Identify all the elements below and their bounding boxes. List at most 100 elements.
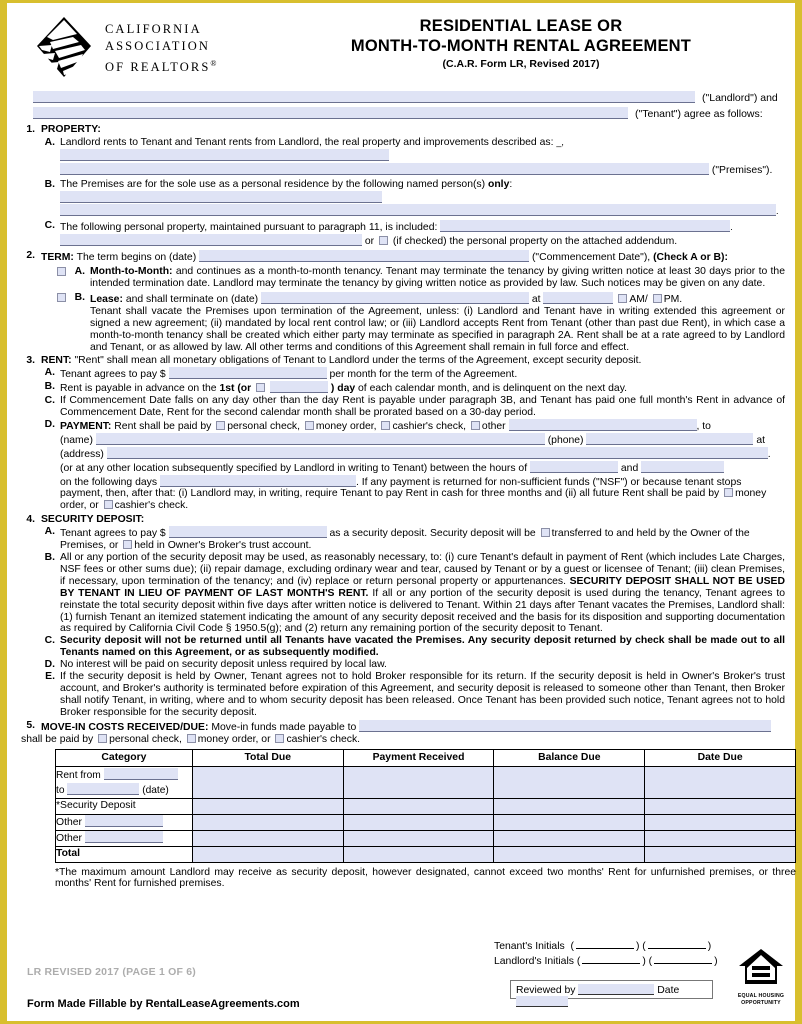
payment-personal-check-checkbox[interactable]	[216, 420, 226, 430]
payment-days-field[interactable]	[159, 474, 356, 487]
reviewed-by-field[interactable]	[578, 984, 655, 995]
future-cashiers-check-checkbox[interactable]	[103, 500, 113, 510]
monthly-rent-amount-field[interactable]	[168, 367, 327, 380]
tenant-initial-field-1[interactable]	[575, 940, 634, 949]
deposit-opt-2: held in Owner's Broker's trust account.	[134, 540, 312, 552]
section-5-movein-costs: 5. MOVE-IN COSTS RECEIVED/DUE: Move-in f…	[19, 719, 785, 746]
payment-money-order-checkbox[interactable]	[304, 420, 314, 430]
landlord-label: ("Landlord") and	[702, 92, 778, 104]
movein-payable-to-field[interactable]	[359, 719, 772, 732]
deposit-date-due-cell[interactable]	[644, 797, 796, 815]
other-1-total-due-cell[interactable]	[191, 813, 344, 831]
deposit-total-due-cell[interactable]	[191, 797, 344, 815]
tenant-initial-field-2[interactable]	[647, 940, 706, 949]
property-description-field-1[interactable]	[60, 148, 389, 161]
item-3b: B. Rent is payable in advance on the 1st…	[41, 381, 785, 395]
rent-due-day-field[interactable]	[269, 381, 328, 394]
security-deposit-amount-field[interactable]	[168, 526, 327, 539]
movein-personal-check-checkbox[interactable]	[98, 733, 108, 743]
item-3b-text-after: of each calendar month, and is delinquen…	[358, 383, 628, 395]
property-description-field-2[interactable]	[60, 162, 709, 175]
personal-property-field-1[interactable]	[440, 220, 731, 233]
month-to-month-checkbox[interactable]	[57, 267, 66, 277]
equal-housing-logo: EQUAL HOUSING OPPORTUNITY	[733, 947, 789, 1006]
hours-and-label: and	[620, 462, 639, 474]
am-checkbox[interactable]	[618, 293, 628, 303]
rent-due-day-checkbox[interactable]	[256, 383, 266, 393]
deposit-owner-checkbox[interactable]	[540, 528, 550, 538]
total-payment-received-cell[interactable]	[342, 845, 495, 863]
item-3c-letter: C.	[44, 395, 55, 407]
deposit-balance-due-cell[interactable]	[493, 797, 646, 815]
payee-address-field[interactable]	[106, 446, 768, 459]
other-2-balance-due-cell[interactable]	[493, 829, 646, 847]
payment-to-label: , to	[696, 420, 711, 432]
total-date-due-cell[interactable]	[644, 845, 796, 863]
pm-checkbox[interactable]	[652, 293, 662, 303]
lease-termination-date-field[interactable]	[261, 291, 529, 304]
landlord-initial-field-2[interactable]	[654, 955, 713, 964]
item-4b-letter: B.	[44, 552, 55, 563]
item-3a: A. Tenant agrees to pay $ per month for …	[41, 367, 785, 381]
other-2-date-due-cell[interactable]	[644, 829, 796, 847]
landlord-initial-field-1[interactable]	[582, 955, 641, 964]
section-5-payment-methods: shall be paid by personal check, money o…	[21, 733, 785, 746]
other-1-balance-due-cell[interactable]	[493, 813, 646, 831]
movein-cashiers-check-checkbox[interactable]	[275, 733, 285, 743]
movein-opt-1: personal check,	[109, 733, 182, 745]
item-4d-letter: D.	[44, 659, 55, 671]
payment-other-field[interactable]	[508, 418, 697, 431]
table-row: Total	[55, 845, 796, 863]
hours-from-field[interactable]	[530, 460, 618, 473]
deposit-broker-trust-checkbox[interactable]	[123, 540, 133, 550]
other-1-payment-received-cell[interactable]	[342, 813, 495, 831]
item-2b-letter: B.	[74, 291, 85, 303]
addendum-checkbox[interactable]	[379, 236, 389, 246]
rent-date-due-cell[interactable]	[644, 765, 796, 799]
item-4b: B. All or any portion of the security de…	[41, 552, 785, 635]
payment-other-checkbox[interactable]	[470, 420, 480, 430]
item-1c-or: or	[364, 236, 375, 248]
tenant-field[interactable]	[33, 107, 628, 119]
future-money-order-checkbox[interactable]	[724, 488, 734, 498]
other-1-description-field[interactable]	[84, 815, 163, 828]
rent-total-due-cell[interactable]	[191, 765, 344, 799]
landlord-field[interactable]	[33, 91, 695, 103]
rent-from-date-field[interactable]	[103, 767, 178, 780]
other-2-total-due-cell[interactable]	[191, 829, 344, 847]
reviewed-date-field[interactable]	[516, 996, 568, 1007]
other-2-description-field[interactable]	[84, 831, 163, 844]
personal-property-field-2[interactable]	[60, 234, 362, 247]
payment-cashiers-check-checkbox[interactable]	[381, 420, 391, 430]
payment-opt-4: other	[481, 420, 506, 432]
payee-address-period: .	[767, 448, 771, 460]
reviewed-by-label: Reviewed by	[516, 985, 576, 996]
occupants-field-1[interactable]	[60, 190, 382, 203]
equal-housing-opportunity-icon	[739, 949, 783, 984]
hours-to-field[interactable]	[641, 460, 725, 473]
section-2-heading: TERM:	[41, 252, 74, 264]
other-1-date-due-cell[interactable]	[644, 813, 796, 831]
hours-text: (or at any other location subsequently s…	[60, 462, 528, 474]
deposit-payment-received-cell[interactable]	[342, 797, 495, 815]
lease-termination-time-field[interactable]	[543, 291, 614, 304]
commencement-date-field[interactable]	[199, 250, 530, 263]
other-2-payment-received-cell[interactable]	[342, 829, 495, 847]
item-3d-letter: D.	[44, 418, 55, 430]
lease-checkbox[interactable]	[57, 292, 66, 302]
rent-to-date-field[interactable]	[67, 782, 140, 795]
rent-balance-due-cell[interactable]	[493, 765, 646, 799]
document-title-block: RESIDENTIAL LEASE OR MONTH-TO-MONTH RENT…	[251, 17, 791, 70]
item-1b: B. The Premises are for the sole use as …	[41, 179, 785, 219]
item-1a-letter: A.	[44, 136, 55, 148]
total-total-due-cell[interactable]	[191, 845, 344, 863]
total-balance-due-cell[interactable]	[493, 845, 646, 863]
movein-money-order-checkbox[interactable]	[186, 733, 196, 743]
item-3d: D. PAYMENT: Rent shall be paid by person…	[41, 418, 785, 512]
payee-phone-field[interactable]	[586, 432, 754, 445]
payee-at-label: at	[756, 434, 765, 446]
payee-name-field[interactable]	[95, 432, 545, 445]
occupants-field-2[interactable]	[60, 204, 776, 217]
future-pay-opt-2: cashier's check.	[114, 500, 189, 512]
rent-payment-received-cell[interactable]	[342, 765, 495, 799]
